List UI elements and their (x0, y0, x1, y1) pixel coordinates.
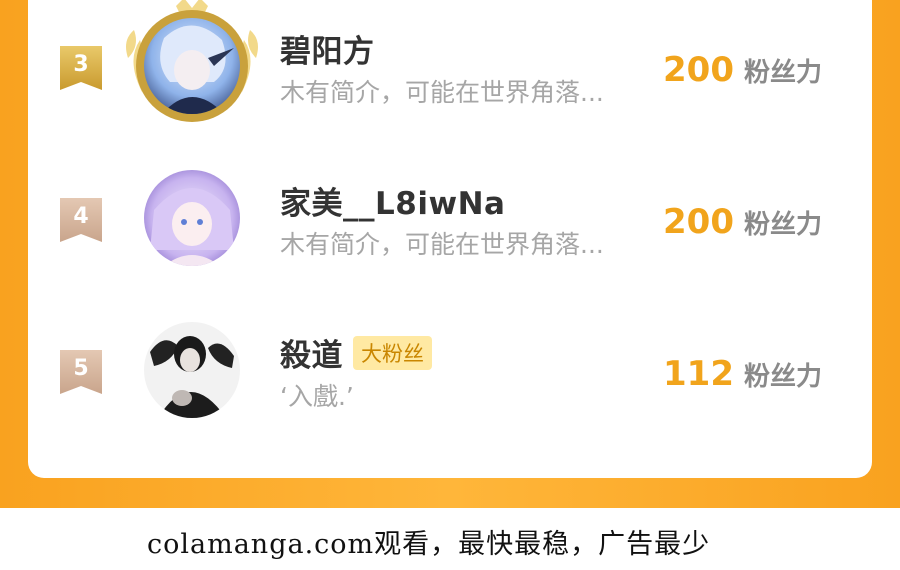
fan-power: 200 粉丝力 (663, 202, 822, 242)
rank-badge: 4 (60, 198, 102, 242)
fan-power-value: 200 (663, 50, 734, 90)
fan-power: 112 粉丝力 (663, 354, 822, 394)
user-name-line: 碧阳方 (280, 26, 375, 71)
avatar[interactable] (144, 18, 240, 114)
rank-badge: 3 (60, 46, 102, 90)
footer: colamanga.com观看，最快最稳，广告最少 (0, 508, 900, 570)
user-bio: ‘入戲.’ (280, 382, 354, 411)
avatar[interactable] (144, 322, 240, 418)
fan-power-value: 112 (663, 354, 734, 394)
fan-power-unit: 粉丝力 (743, 210, 822, 240)
rank-number: 4 (73, 204, 89, 229)
list-item[interactable]: 3 碧阳方 木有简介，可能在世界角落... 200 粉丝力 (28, 0, 872, 126)
avatar[interactable] (144, 170, 240, 266)
user-name[interactable]: 家美__L8iwNa (280, 178, 505, 223)
user-name[interactable]: 碧阳方 (280, 26, 375, 71)
user-name[interactable]: 殺道 (280, 330, 343, 375)
user-name-line: 殺道 大粉丝 (280, 330, 432, 375)
footer-watermark-text: colamanga.com观看，最快最稳，广告最少 (147, 529, 711, 560)
rank-badge: 5 (60, 350, 102, 394)
fan-power-unit: 粉丝力 (743, 362, 822, 392)
list-item[interactable]: 5 殺道 大粉丝 ‘入戲.’ 112 粉丝力 (28, 310, 872, 430)
user-bio: 木有简介，可能在世界角落... (280, 230, 604, 259)
list-item[interactable]: 4 家美__L8iwNa 木有简介，可能在世界角落... 200 粉丝力 (28, 158, 872, 278)
fan-power: 200 粉丝力 (663, 50, 822, 90)
rank-number: 5 (73, 356, 89, 381)
fan-ranking-card: 3 碧阳方 木有简介，可能在世界角落... 200 粉丝力 4 家美__L8iw… (28, 0, 872, 478)
user-bio: 木有简介，可能在世界角落... (280, 78, 604, 107)
rank-number: 3 (73, 52, 89, 77)
user-name-line: 家美__L8iwNa (280, 178, 505, 223)
fan-level-badge: 大粉丝 (353, 335, 432, 370)
fan-power-value: 200 (663, 202, 734, 242)
fan-power-unit: 粉丝力 (743, 58, 822, 88)
